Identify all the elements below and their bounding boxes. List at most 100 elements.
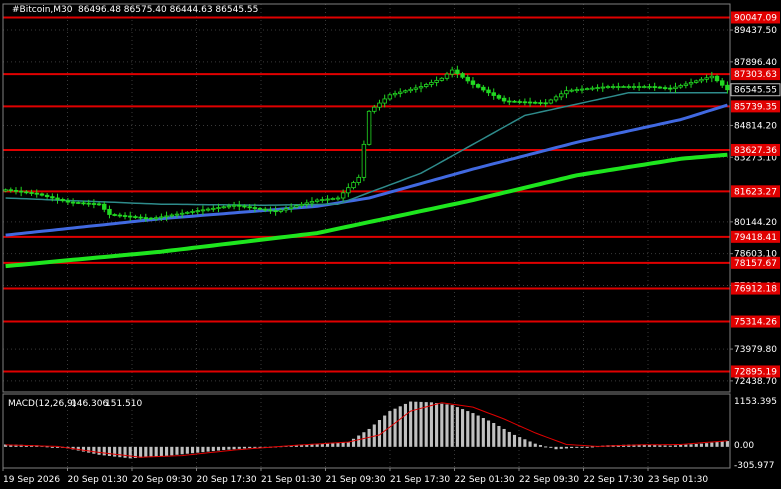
macd-histogram-bar [570, 446, 574, 449]
macd-histogram-bar [107, 446, 112, 456]
macd-histogram-bar [564, 446, 568, 449]
candle-body [356, 176, 361, 183]
candle-body [579, 88, 585, 91]
candle-body [195, 210, 200, 213]
ohlc-readout: 86496.48 86575.40 86444.63 86545.55 [78, 5, 258, 15]
candle-body [164, 215, 169, 218]
candle-body [398, 91, 403, 94]
macd-histogram-bar [409, 401, 413, 447]
level-price-label: 81623.27 [734, 187, 777, 197]
candle-body [122, 215, 128, 217]
candle-body [714, 75, 720, 82]
candle-body [595, 87, 600, 89]
macd-histogram-bar [336, 442, 340, 447]
candle-body [424, 84, 429, 87]
candle-body [65, 200, 71, 203]
candle-body [533, 101, 538, 104]
candle-body [325, 198, 330, 201]
candle-body [673, 86, 678, 90]
candle-body [455, 69, 460, 75]
macd-histogram-bar [549, 446, 553, 448]
level-price-label: 87303.63 [734, 70, 777, 80]
time-tick-label: 22 Sep 09:30 [519, 475, 579, 485]
level-price-label: 79418.41 [734, 233, 777, 243]
macd-histogram-bar [424, 402, 428, 447]
macd-histogram-bar [362, 432, 366, 447]
candle-body [559, 93, 564, 98]
candle-body [330, 198, 335, 200]
macd-histogram-bar [445, 404, 449, 447]
macd-histogram-bar [705, 443, 709, 447]
macd-histogram-bar [50, 446, 54, 448]
price-tick-label: 89437.50 [734, 26, 777, 36]
candle-body [605, 86, 611, 88]
macd-histogram-bar [559, 446, 563, 449]
macd-histogram-bar [144, 446, 148, 458]
macd-main-value: 146.306 [71, 399, 108, 409]
macd-histogram-bar [414, 401, 418, 447]
candle-body [55, 197, 60, 200]
macd-histogram-bar [315, 444, 319, 447]
candle-body [231, 204, 237, 207]
macd-histogram-bar [253, 446, 257, 448]
macd-histogram-bar [710, 442, 714, 447]
candle-body [652, 86, 657, 88]
time-tick-label: 21 Sep 17:30 [390, 475, 450, 485]
chart-window[interactable]: 89437.5087896.4084814.2083273.1080144.20… [0, 0, 781, 489]
candle-body [361, 143, 367, 178]
level-price-label: 90047.09 [734, 13, 777, 23]
macd-histogram-bar [554, 446, 558, 450]
candle-body [475, 84, 481, 88]
macd-histogram-bar [497, 425, 501, 447]
candle-body [257, 207, 263, 210]
candle-body [143, 217, 149, 220]
time-tick-label: 22 Sep 17:30 [584, 475, 644, 485]
candle-body [465, 76, 470, 82]
macd-histogram-bar [81, 446, 86, 452]
macd-histogram-bar [544, 446, 548, 448]
candle-body [283, 208, 289, 211]
macd-histogram-bar [87, 446, 91, 453]
macd-histogram-bar [346, 442, 350, 447]
macd-histogram-bar [393, 408, 397, 447]
macd-histogram-bar [128, 446, 132, 459]
macd-histogram-bar [196, 446, 200, 453]
candle-body [382, 98, 387, 104]
price-tick-label: 73979.80 [734, 345, 777, 355]
candle-body [709, 75, 715, 79]
macd-histogram-bar [357, 435, 361, 447]
candle-body [439, 77, 445, 81]
candle-body [631, 86, 637, 88]
candle-body [70, 201, 76, 204]
candle-body [60, 198, 65, 202]
macd-histogram-bar [699, 443, 703, 447]
candle-body [688, 82, 694, 85]
candle-body [486, 89, 491, 94]
macd-histogram-bar [518, 437, 522, 447]
candle-body [91, 203, 97, 205]
candle-body [683, 83, 689, 86]
macd-histogram-bar [653, 445, 657, 447]
macd-histogram-bar [341, 442, 345, 447]
candle-body [13, 190, 19, 192]
time-tick-label: 21 Sep 09:30 [326, 475, 386, 485]
candle-body [107, 208, 112, 215]
macd-histogram-bar [185, 446, 189, 454]
candle-body [346, 187, 351, 194]
candle-body [590, 87, 595, 90]
candle-body [418, 86, 424, 89]
candle-body [626, 86, 631, 88]
macd-axis-label: 0.00 [734, 441, 754, 451]
macd-histogram-bar [123, 446, 127, 458]
macd-histogram-bar [242, 446, 247, 449]
candle-body [247, 206, 252, 209]
candle-body [636, 86, 642, 88]
candle-body [621, 86, 626, 88]
level-price-label: 85739.35 [734, 102, 777, 112]
price-tick-label: 72438.70 [734, 377, 777, 387]
candle-body [174, 213, 180, 216]
macd-histogram-bar [102, 446, 106, 456]
candle-body [278, 209, 284, 212]
macd-histogram-bar [440, 403, 444, 447]
symbol-title: #Bitcoin,M30 [12, 5, 73, 15]
